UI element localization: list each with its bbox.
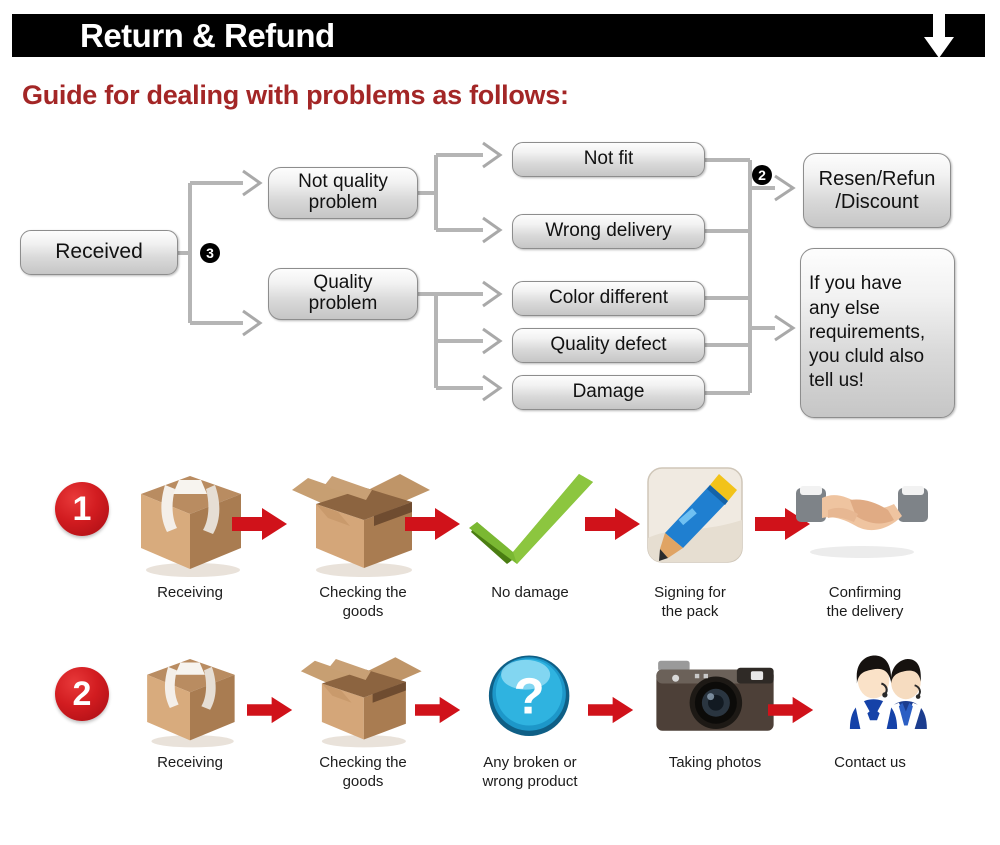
green-check-icon [455,460,605,580]
node-received-label: Received [55,240,143,264]
problem-flowchart: Received Not quality problem Quality pro… [0,125,1000,430]
step-1-3[interactable]: No damage [455,460,605,603]
node-color-different-label: Color different [549,287,668,309]
node-quality-problem[interactable]: Quality problem [268,268,418,320]
step-2-3[interactable]: ? Any broken or wrong product [455,645,605,792]
step-1-2-label: Checking the goods [319,584,407,620]
red-right-arrow-icon [588,695,644,729]
step-2-5-label: Contact us [834,754,906,771]
step-2-1-label: Receiving [157,754,223,771]
row-2-number-badge: 2 [55,667,109,721]
process-steps: 1 Receiving Checking the goods No damage… [0,440,1000,841]
step-row-1: 1 Receiving Checking the goods No damage… [0,452,1000,652]
node-not-quality-problem[interactable]: Not quality problem [268,167,418,219]
node-not-quality-problem-label: Not quality problem [298,171,388,213]
step-1-4-label: Signing for the pack [654,584,726,620]
step-2-4-label: Taking photos [668,754,762,771]
node-not-fit-label: Not fit [583,148,634,170]
step-1-1-label: Receiving [157,584,223,601]
step-2-5[interactable]: Contact us [795,645,945,773]
return-refund-page: Return & Refund Guide for dealing with p… [0,0,1000,841]
node-extra-requirements-note[interactable]: If you have any else requirements, you c… [800,248,955,418]
flow-marker-three-label: 3 [206,245,214,261]
step-1-4[interactable]: Signing for the pack [615,460,765,622]
node-wrong-delivery[interactable]: Wrong delivery [512,214,705,249]
pencil-signing-icon [615,460,765,580]
step-2-2-label: Checking the goods [319,754,407,790]
node-resend-refund-discount[interactable]: Resen/Refun /Discount [803,153,951,228]
flow-marker-two-label: 2 [758,167,766,183]
step-1-5-label: Confirming the delivery [826,584,904,620]
closed-box-icon [115,645,265,750]
node-not-fit[interactable]: Not fit [512,142,705,177]
support-agents-icon [795,645,945,750]
step-2-3-label: Any broken or wrong product [482,754,578,790]
node-quality-problem-label: Quality problem [308,272,378,314]
row-2-number-label: 2 [72,674,92,713]
row-1-number-label: 1 [72,489,92,528]
red-right-arrow-icon [232,507,288,541]
handshake-icon [790,460,940,580]
red-right-arrow-icon [405,507,461,541]
question-mark-icon: ? [455,645,605,750]
flow-marker-two: 2 [752,165,772,185]
step-1-5[interactable]: Confirming the delivery [790,460,940,622]
node-extra-requirements-note-label: If you have any else requirements, you c… [809,273,926,392]
step-2-1[interactable]: Receiving [115,645,265,773]
svg-text:?: ? [514,667,545,724]
guide-subtitle: Guide for dealing with problems as follo… [22,80,569,110]
node-resend-refund-discount-label: Resen/Refun /Discount [818,167,936,213]
node-quality-defect[interactable]: Quality defect [512,328,705,363]
page-title: Return & Refund [80,17,335,54]
node-wrong-delivery-label: Wrong delivery [545,220,672,242]
node-received[interactable]: Received [20,230,178,275]
node-damage[interactable]: Damage [512,375,705,410]
node-quality-defect-label: Quality defect [550,334,667,356]
step-1-3-label: No damage [491,584,569,601]
step-row-2: 2 Receiving Checking the goods ? Any bro… [0,645,1000,845]
row-1-number-badge: 1 [55,482,109,536]
flow-marker-three: 3 [200,243,220,263]
node-color-different[interactable]: Color different [512,281,705,316]
node-damage-label: Damage [572,381,645,403]
down-arrow-icon [921,13,957,59]
